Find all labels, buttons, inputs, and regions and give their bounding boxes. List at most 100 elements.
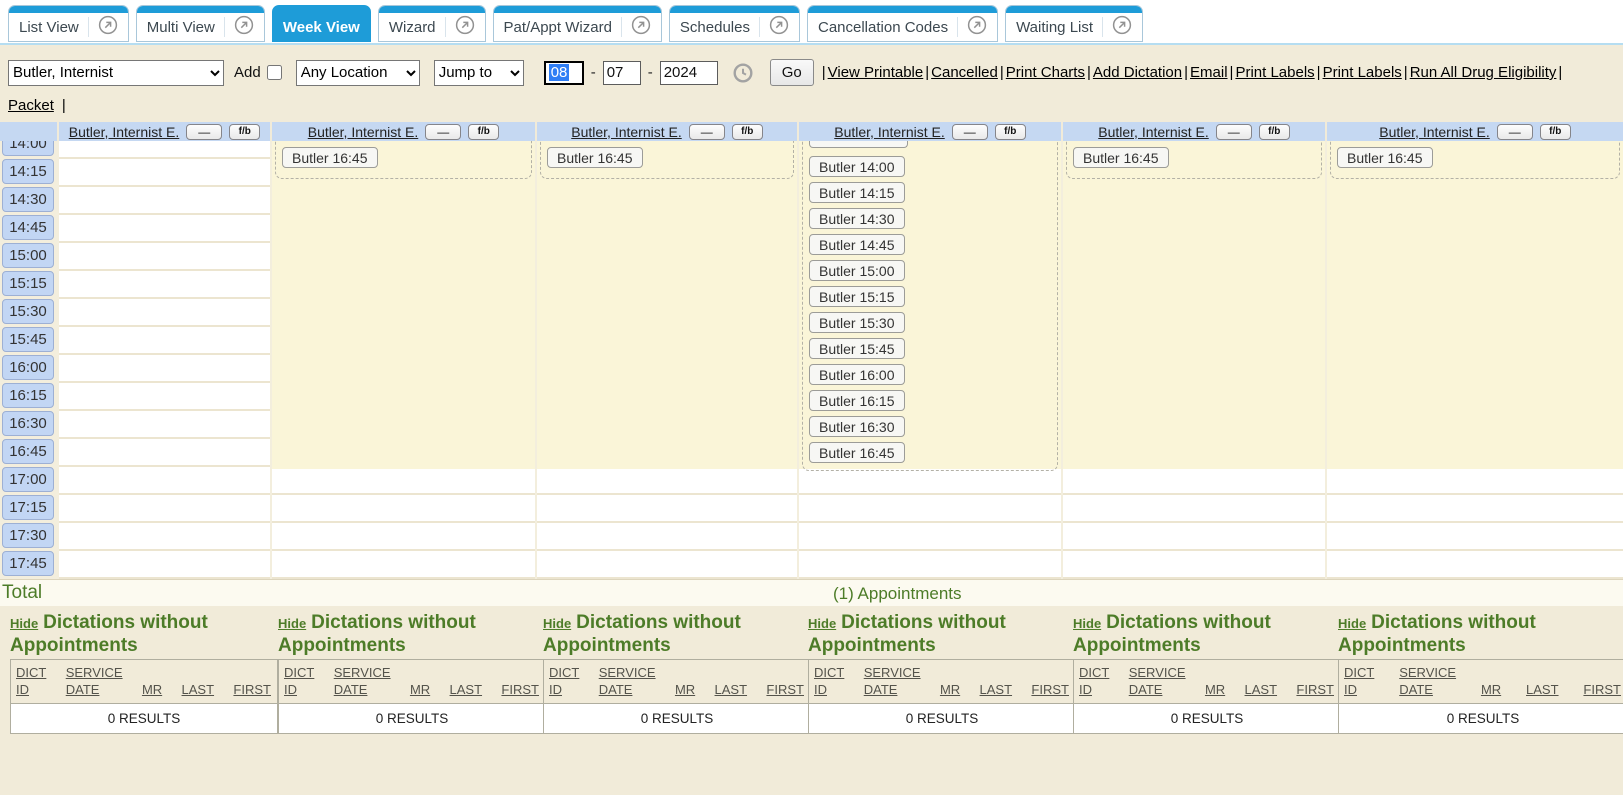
hide-dictations-link[interactable]: Hide bbox=[1073, 616, 1101, 631]
appointment-button[interactable]: Butler 15:15 bbox=[809, 286, 905, 307]
column-header-link-mr[interactable]: MR bbox=[142, 681, 162, 698]
toolbar-link-email[interactable]: Email bbox=[1190, 64, 1228, 81]
provider-day-link-5[interactable]: Butler, Internist E. bbox=[1098, 124, 1209, 140]
column-header-link-service-date[interactable]: SERVICEDATE bbox=[599, 664, 656, 698]
column-header-link-first[interactable]: FIRST bbox=[501, 681, 539, 698]
tab-list-view[interactable]: List View bbox=[8, 5, 129, 42]
time-cell-16-00[interactable]: 16:00 bbox=[2, 355, 54, 380]
fb-button[interactable]: f/b bbox=[1259, 124, 1290, 140]
tab-cancellation-codes[interactable]: Cancellation Codes bbox=[807, 5, 998, 42]
fb-button[interactable]: f/b bbox=[1540, 124, 1571, 140]
time-cell-14-45[interactable]: 14:45 bbox=[2, 215, 54, 240]
column-header-link-mr[interactable]: MR bbox=[410, 681, 430, 698]
provider-day-link-6[interactable]: Butler, Internist E. bbox=[1379, 124, 1490, 140]
appointment-button[interactable]: Butler 16:45 bbox=[1073, 147, 1169, 168]
appointment-button[interactable]: Butler 16:45 bbox=[809, 442, 905, 463]
column-header-link-first[interactable]: FIRST bbox=[1583, 681, 1621, 698]
time-cell-14-00[interactable]: 14:00 bbox=[2, 141, 54, 156]
time-cell-15-15[interactable]: 15:15 bbox=[2, 271, 54, 296]
time-cell-17-00[interactable]: 17:00 bbox=[2, 467, 54, 492]
column-header-link-last[interactable]: LAST bbox=[182, 681, 215, 698]
column-header-link-service-date[interactable]: SERVICEDATE bbox=[1399, 664, 1456, 698]
appointment-button[interactable]: Butler 15:00 bbox=[809, 260, 905, 281]
date-month-input[interactable]: 08 bbox=[544, 61, 584, 85]
time-cell-16-30[interactable]: 16:30 bbox=[2, 411, 54, 436]
column-header-link-first[interactable]: FIRST bbox=[1031, 681, 1069, 698]
appointment-button[interactable]: Butler 16:30 bbox=[809, 416, 905, 437]
provider-day-link-4[interactable]: Butler, Internist E. bbox=[834, 124, 945, 140]
column-header-link-service-date[interactable]: SERVICEDATE bbox=[66, 664, 123, 698]
open-in-new-icon[interactable] bbox=[234, 15, 254, 40]
appointment-button[interactable]: Butler 14:45 bbox=[809, 234, 905, 255]
column-header-link-last[interactable]: LAST bbox=[715, 681, 748, 698]
appointment-button[interactable]: Butler 15:45 bbox=[809, 338, 905, 359]
column-header-link-service-date[interactable]: SERVICEDATE bbox=[1129, 664, 1186, 698]
column-header-link-dict-id[interactable]: DICTID bbox=[1079, 664, 1109, 698]
time-cell-15-30[interactable]: 15:30 bbox=[2, 299, 54, 324]
column-header-link-first[interactable]: FIRST bbox=[233, 681, 271, 698]
column-header-link-last[interactable]: LAST bbox=[1526, 681, 1559, 698]
appointment-button[interactable]: Butler 14:30 bbox=[809, 208, 905, 229]
provider-day-link-2[interactable]: Butler, Internist E. bbox=[308, 124, 419, 140]
date-day-input[interactable]: 07 bbox=[603, 61, 641, 85]
tab-schedules[interactable]: Schedules bbox=[669, 5, 800, 42]
jump-to-select[interactable]: Jump to bbox=[434, 60, 524, 86]
clipped-appointment-button[interactable] bbox=[809, 141, 908, 148]
appointment-button[interactable]: Butler 16:15 bbox=[809, 390, 905, 411]
fb-button[interactable]: f/b bbox=[732, 124, 763, 140]
location-select[interactable]: Any Location bbox=[296, 60, 420, 86]
column-header-link-dict-id[interactable]: DICTID bbox=[1344, 664, 1374, 698]
open-in-new-icon[interactable] bbox=[631, 15, 651, 40]
open-in-new-icon[interactable] bbox=[98, 15, 118, 40]
hide-dictations-link[interactable]: Hide bbox=[543, 616, 571, 631]
collapse-column-button[interactable]: — bbox=[425, 124, 461, 140]
collapse-column-button[interactable]: — bbox=[952, 124, 988, 140]
fb-button[interactable]: f/b bbox=[229, 124, 260, 140]
column-header-link-last[interactable]: LAST bbox=[450, 681, 483, 698]
toolbar-link-print-labels[interactable]: Print Labels bbox=[1323, 64, 1402, 81]
column-header-link-mr[interactable]: MR bbox=[940, 681, 960, 698]
column-header-link-first[interactable]: FIRST bbox=[766, 681, 804, 698]
add-checkbox[interactable] bbox=[267, 65, 282, 80]
toolbar-link-print-labels[interactable]: Print Labels bbox=[1235, 64, 1314, 81]
clock-icon[interactable] bbox=[732, 62, 754, 84]
tab-wizard[interactable]: Wizard bbox=[378, 5, 486, 42]
time-cell-16-15[interactable]: 16:15 bbox=[2, 383, 54, 408]
column-header-link-mr[interactable]: MR bbox=[1205, 681, 1225, 698]
tab-pat-appt-wizard[interactable]: Pat/Appt Wizard bbox=[493, 5, 662, 42]
appointment-button[interactable]: Butler 16:45 bbox=[1337, 147, 1433, 168]
time-cell-17-15[interactable]: 17:15 bbox=[2, 495, 54, 520]
toolbar-link-print-charts[interactable]: Print Charts bbox=[1006, 64, 1085, 81]
column-header-link-dict-id[interactable]: DICTID bbox=[284, 664, 314, 698]
time-cell-14-15[interactable]: 14:15 bbox=[2, 159, 54, 184]
appointment-button[interactable]: Butler 16:45 bbox=[547, 147, 643, 168]
date-year-input[interactable]: 2024 bbox=[660, 61, 718, 85]
toolbar-link-cancelled[interactable]: Cancelled bbox=[931, 64, 998, 81]
toolbar-link-packet[interactable]: Packet bbox=[8, 97, 54, 114]
time-cell-17-45[interactable]: 17:45 bbox=[2, 551, 54, 576]
column-header-link-mr[interactable]: MR bbox=[675, 681, 695, 698]
provider-day-link-3[interactable]: Butler, Internist E. bbox=[571, 124, 682, 140]
toolbar-link-run-all-drug-eligibility[interactable]: Run All Drug Eligibility bbox=[1410, 64, 1557, 81]
tab-multi-view[interactable]: Multi View bbox=[136, 5, 265, 42]
column-header-link-dict-id[interactable]: DICTID bbox=[549, 664, 579, 698]
collapse-column-button[interactable]: — bbox=[1497, 124, 1533, 140]
column-header-link-last[interactable]: LAST bbox=[980, 681, 1013, 698]
column-header-link-service-date[interactable]: SERVICEDATE bbox=[334, 664, 391, 698]
fb-button[interactable]: f/b bbox=[468, 124, 499, 140]
collapse-column-button[interactable]: — bbox=[186, 124, 222, 140]
go-button[interactable]: Go bbox=[770, 59, 814, 86]
column-header-link-dict-id[interactable]: DICTID bbox=[814, 664, 844, 698]
tab-waiting-list[interactable]: Waiting List bbox=[1005, 5, 1143, 42]
hide-dictations-link[interactable]: Hide bbox=[10, 616, 38, 631]
open-in-new-icon[interactable] bbox=[455, 15, 475, 40]
hide-dictations-link[interactable]: Hide bbox=[278, 616, 306, 631]
open-in-new-icon[interactable] bbox=[769, 15, 789, 40]
appointment-button[interactable]: Butler 16:00 bbox=[809, 364, 905, 385]
toolbar-link-add-dictation[interactable]: Add Dictation bbox=[1093, 64, 1182, 81]
collapse-column-button[interactable]: — bbox=[689, 124, 725, 140]
open-in-new-icon[interactable] bbox=[1112, 15, 1132, 40]
column-header-link-mr[interactable]: MR bbox=[1481, 681, 1501, 698]
column-header-link-first[interactable]: FIRST bbox=[1296, 681, 1334, 698]
appointment-button[interactable]: Butler 16:45 bbox=[282, 147, 378, 168]
